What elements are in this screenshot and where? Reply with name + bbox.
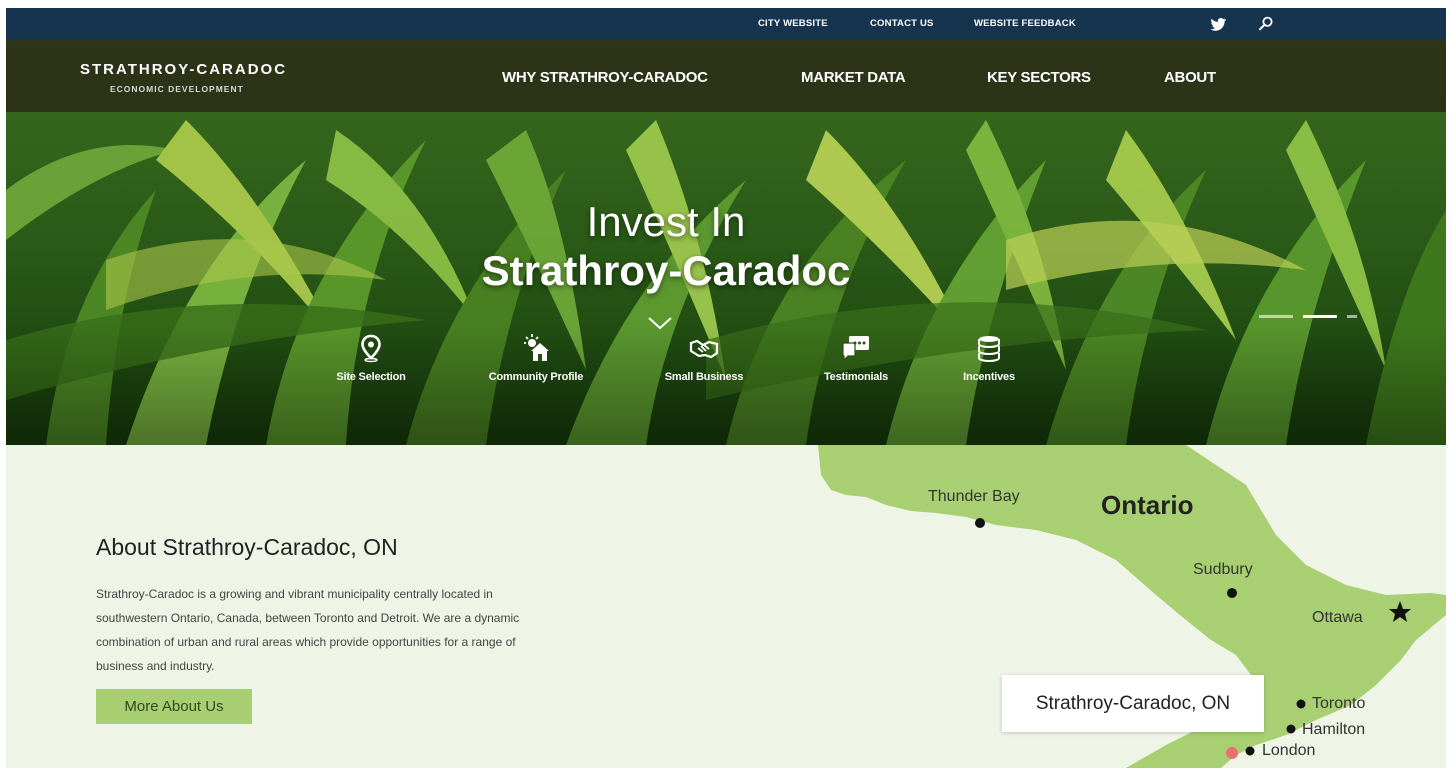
city-website-link[interactable]: CITY WEBSITE <box>758 18 828 29</box>
map-pin-icon <box>361 334 381 363</box>
nav-why-strathroy-caradoc[interactable]: WHY STRATHROY-CARADOC <box>502 69 708 86</box>
sun-house-icon <box>524 334 549 361</box>
more-about-us-button[interactable]: More About Us <box>96 689 252 724</box>
quick-link-site-selection[interactable]: Site Selection <box>306 333 436 383</box>
logo-subtitle: ECONOMIC DEVELOPMENT <box>110 84 244 94</box>
quick-link-label: Small Business <box>664 371 744 383</box>
strathroy-caradoc-marker[interactable] <box>1226 747 1238 759</box>
map-city-label: Thunder Bay <box>928 488 1020 505</box>
about-description: Strathroy-Caradoc is a growing and vibra… <box>96 587 520 673</box>
about-heading: About Strathroy-Caradoc, ON <box>96 534 398 560</box>
quick-link-label: Site Selection <box>336 371 406 383</box>
city-marker-hamilton <box>1286 724 1296 734</box>
handshake-icon <box>689 339 719 359</box>
map-city-label: Ottawa <box>1312 609 1363 626</box>
utility-bar: CITY WEBSITE CONTACT US WEBSITE FEEDBACK <box>6 8 1446 40</box>
slider-indicators <box>1259 311 1369 323</box>
map-location-callout: Strathroy-Caradoc, ON <box>1002 675 1264 732</box>
nav-key-sectors[interactable]: KEY SECTORS <box>987 69 1091 86</box>
search-icon[interactable] <box>1257 15 1275 33</box>
slide-indicator[interactable] <box>1259 315 1293 318</box>
quick-link-label: Community Profile <box>488 371 584 383</box>
logo-title[interactable]: STRATHROY-CARADOC <box>80 61 287 78</box>
map-city-label: Hamilton <box>1302 721 1366 738</box>
slide-indicator[interactable] <box>1347 315 1357 318</box>
hero-headline-line2: Strathroy-Caradoc <box>481 247 851 294</box>
main-navigation: STRATHROY-CARADOC ECONOMIC DEVELOPMENT W… <box>6 40 1446 112</box>
website-feedback-link[interactable]: WEBSITE FEEDBACK <box>974 18 1076 29</box>
map-province-label: Ontario <box>1101 490 1194 520</box>
hero: STRATHROY-CARADOC ECONOMIC DEVELOPMENT W… <box>6 40 1446 445</box>
map-city-label: Toronto <box>1312 695 1366 712</box>
quick-link-label: Incentives <box>963 371 1015 383</box>
chat-bubbles-icon <box>842 336 869 362</box>
map-city-label: Sudbury <box>1193 561 1253 578</box>
coin-stack-icon <box>978 336 1000 362</box>
page: CITY WEBSITE CONTACT US WEBSITE FEEDBACK <box>6 8 1446 768</box>
nav-market-data[interactable]: MARKET DATA <box>801 69 906 86</box>
great-lakes-shape <box>996 540 1116 655</box>
city-marker-thunder-bay <box>975 518 985 528</box>
quick-link-label: Testimonials <box>823 371 889 383</box>
contact-us-link[interactable]: CONTACT US <box>870 18 934 29</box>
twitter-icon[interactable] <box>1209 15 1227 33</box>
quick-link-community-profile[interactable]: Community Profile <box>471 333 601 383</box>
nav-about[interactable]: ABOUT <box>1164 69 1216 86</box>
map-city-label: London <box>1262 742 1316 759</box>
city-marker-london <box>1245 746 1255 756</box>
quick-link-testimonials[interactable]: Testimonials <box>791 333 921 383</box>
hero-headline-line1: Invest In <box>586 198 746 245</box>
quick-link-incentives[interactable]: Incentives <box>924 333 1054 383</box>
slide-indicator-active[interactable] <box>1303 315 1337 318</box>
city-marker-toronto <box>1296 699 1306 709</box>
quick-link-small-business[interactable]: Small Business <box>639 333 769 383</box>
city-marker-sudbury <box>1227 588 1237 598</box>
